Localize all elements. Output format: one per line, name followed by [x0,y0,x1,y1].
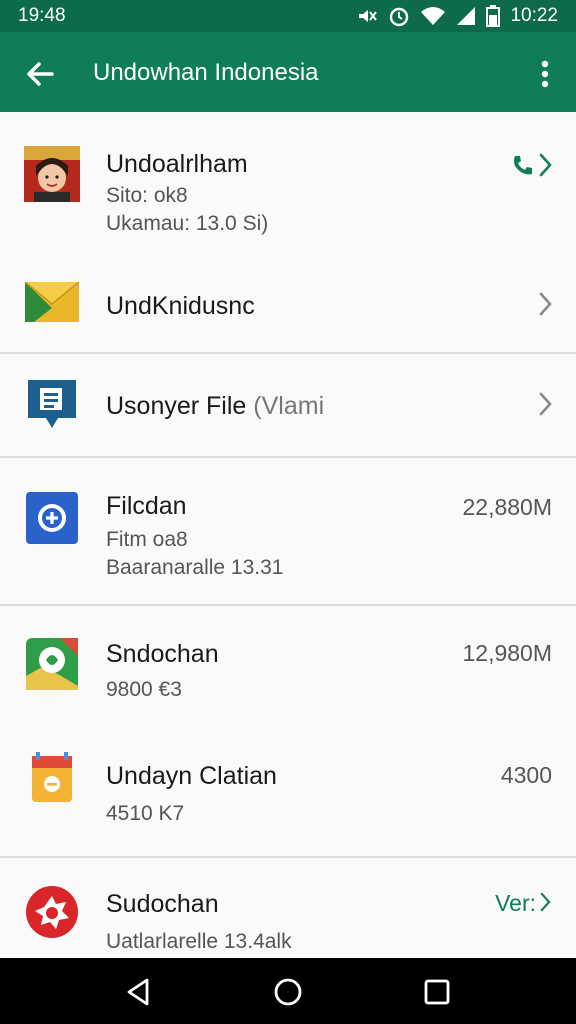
item-detail: Baaranaralle 13.31 [106,556,284,579]
user-photo-icon [24,146,80,202]
settings-badge-icon [26,886,78,938]
item-detail: Sito: ok8 [106,184,188,207]
item-detail: 4510 K7 [106,802,185,825]
item-title: Undayn Clatian [106,762,277,790]
signal-icon [457,7,476,25]
chevron-right-icon [539,392,552,416]
item-detail: Ukamau: 13.0 Si) [106,212,269,235]
item-title: Filcdan [106,492,187,520]
back-arrow-icon[interactable] [18,52,62,96]
status-bar: 19:48 10:22 [0,0,576,32]
chevron-right-icon [540,892,551,912]
status-clock: 10:22 [510,5,558,26]
item-detail: 9800 €3 [106,678,182,701]
back-triangle-icon[interactable] [118,972,158,1012]
item-title: Undoalrlham [106,150,248,178]
chevron-right-icon [539,153,552,177]
maps-icon [26,638,78,690]
home-circle-icon[interactable] [268,972,308,1012]
item-title-text: Usonyer File [106,392,247,420]
wifi-icon [421,7,446,25]
alarm-icon [390,7,409,27]
list-item[interactable]: Undoalrlham Sito: ok8 Ukamau: 13.0 Si) [0,112,576,252]
item-title: UndKnidusnc [106,292,255,320]
list-item[interactable]: UndKnidusnc [0,252,576,352]
item-size: 4300 [500,762,552,788]
status-icons: 10:22 [356,5,558,27]
page-title: Undowhan Indonesia [93,59,319,86]
navigation-bar [0,958,576,1024]
location-pin-icon [26,492,78,544]
mute-icon [359,10,378,22]
item-title: Sudochan [106,890,219,918]
more-vert-icon[interactable] [528,54,562,94]
item-version: Ver: [495,890,536,916]
list-item[interactable]: Usonyer File (Vlami [0,354,576,456]
mail-icon [24,281,80,322]
app-bar: Undowhan Indonesia [0,32,576,112]
battery-icon [486,5,501,27]
item-size: 12,980M [462,640,552,666]
item-detail: Uatlarlarelle 13.4alk [106,930,292,953]
item-title: Sndochan [106,640,219,668]
phone-icon[interactable] [512,154,532,176]
status-time: 19:48 [18,5,66,26]
calendar-icon [32,752,72,802]
list-item[interactable]: Filcdan Fitm oa8 Baaranaralle 13.31 22,8… [0,458,576,604]
recents-square-icon[interactable] [417,972,457,1012]
item-size: 22,880M [462,494,552,520]
chevron-right-icon [539,292,552,316]
item-detail: Fitm oa8 [106,528,188,551]
app-list: Undoalrlham Sito: ok8 Ukamau: 13.0 Si) U… [0,112,576,958]
list-item[interactable]: Sudochan Uatlarlarelle 13.4alk Ver: [0,858,576,958]
list-item[interactable]: Undayn Clatian 4510 K7 4300 [0,722,576,856]
list-item[interactable]: Sndochan 9800 €3 12,980M [0,606,576,722]
item-title: Usonyer File (Vlami [106,392,324,421]
file-speech-icon [28,380,76,428]
item-title-suffix: (Vlami [253,392,325,420]
